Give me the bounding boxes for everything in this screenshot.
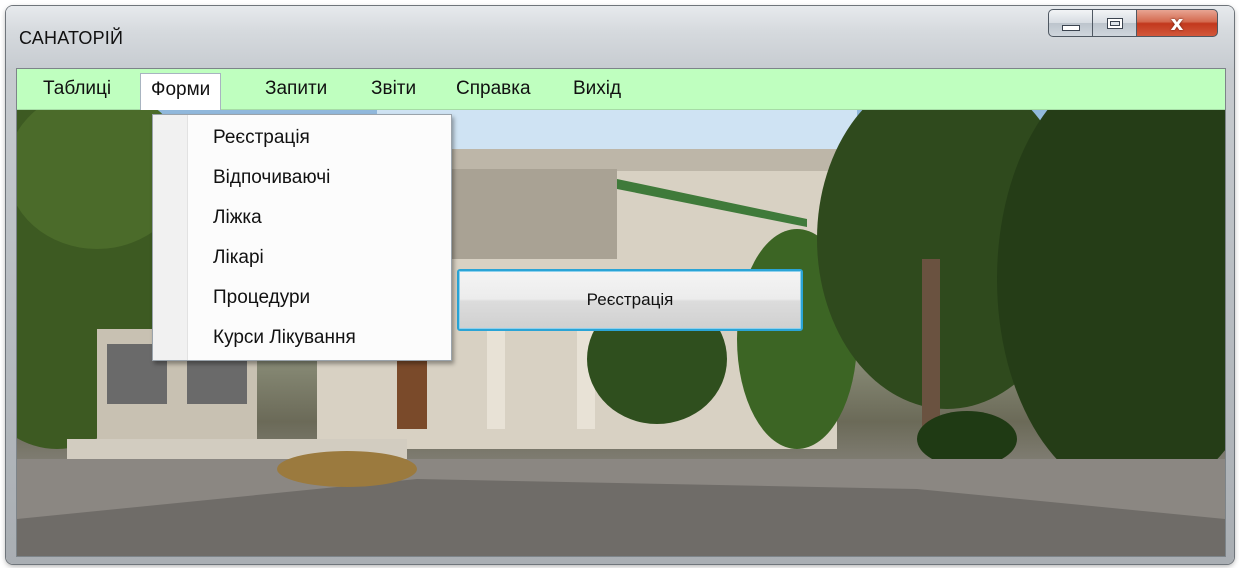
maximize-button[interactable] bbox=[1092, 9, 1137, 37]
menu-forms[interactable]: Форми bbox=[140, 73, 222, 110]
menu-item-registration[interactable]: Реєстрація bbox=[213, 123, 310, 153]
menu-reports[interactable]: Звіти bbox=[361, 73, 426, 105]
register-button[interactable]: Реєстрація bbox=[457, 269, 803, 331]
close-button[interactable]: x bbox=[1136, 9, 1218, 37]
forms-dropdown-menu: Реєстрація Відпочиваючі Ліжка Лікарі Про… bbox=[152, 114, 452, 361]
menu-item-procedures[interactable]: Процедури bbox=[213, 283, 310, 313]
menu-item-beds[interactable]: Ліжка bbox=[213, 203, 262, 233]
menu-tables[interactable]: Таблиці bbox=[33, 73, 121, 105]
menu-item-doctors[interactable]: Лікарі bbox=[213, 243, 264, 273]
menu-gutter bbox=[153, 115, 188, 360]
client-area: Таблиці Форми Запити Звіти Справка Вихід… bbox=[16, 68, 1226, 557]
close-icon: x bbox=[1170, 11, 1184, 35]
menu-exit[interactable]: Вихід bbox=[563, 73, 631, 105]
menu-queries[interactable]: Запити bbox=[255, 73, 337, 105]
menu-bar: Таблиці Форми Запити Звіти Справка Вихід bbox=[17, 69, 1225, 110]
app-window: САНАТОРІЙ x Таблиці Форми Запити Звіти С… bbox=[6, 6, 1234, 564]
minimize-button[interactable] bbox=[1048, 9, 1093, 37]
title-bar[interactable]: САНАТОРІЙ x bbox=[6, 6, 1234, 68]
window-title: САНАТОРІЙ bbox=[19, 28, 124, 48]
menu-help[interactable]: Справка bbox=[446, 73, 541, 105]
menu-item-treatment-courses[interactable]: Курси Лікування bbox=[213, 323, 356, 353]
menu-item-vacationers[interactable]: Відпочиваючі bbox=[213, 163, 330, 193]
minimize-icon bbox=[1061, 25, 1080, 31]
maximize-icon bbox=[1106, 17, 1123, 29]
